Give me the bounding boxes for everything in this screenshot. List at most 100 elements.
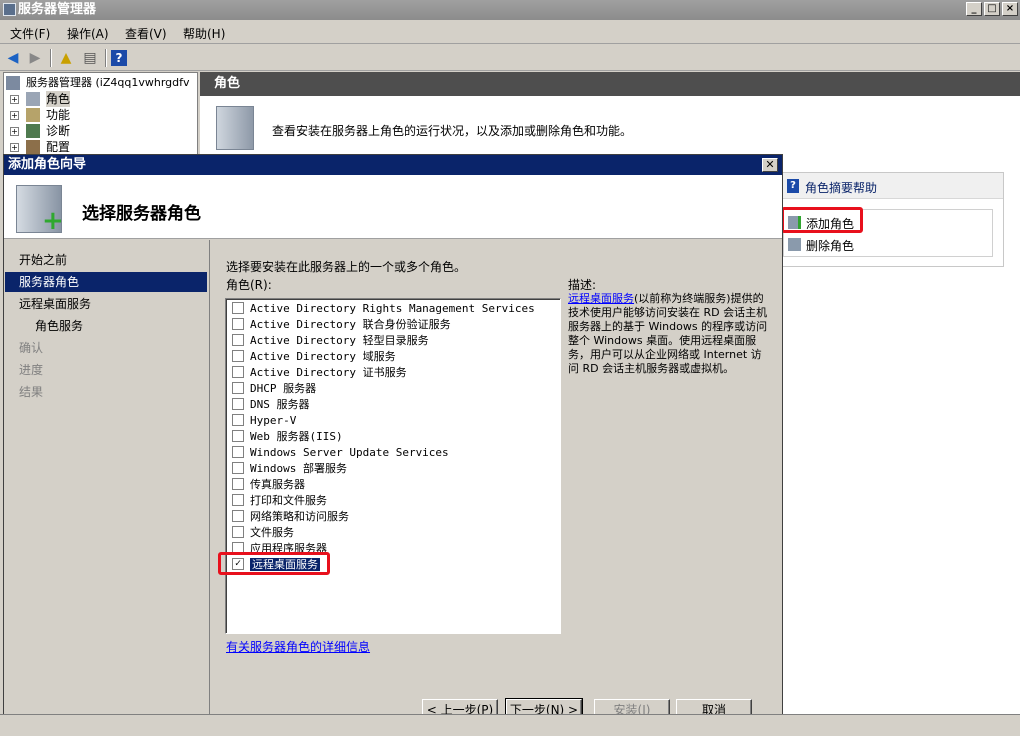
role-list-item[interactable]: 传真服务器 <box>232 477 305 493</box>
role-label: Active Directory 轻型目录服务 <box>250 334 429 347</box>
role-label: 打印和文件服务 <box>250 494 327 507</box>
nav-confirmation: 确认 <box>19 341 44 355</box>
remove-role-icon <box>788 238 801 251</box>
expand-icon[interactable]: + <box>10 111 19 120</box>
toolbar-separator <box>105 49 107 67</box>
roles-header: 角色 <box>200 72 1020 96</box>
role-checkbox[interactable] <box>232 430 244 442</box>
role-label: Active Directory 联合身份验证服务 <box>250 318 451 331</box>
role-list-item[interactable]: DHCP 服务器 <box>232 381 316 397</box>
minimize-button[interactable]: _ <box>966 2 982 16</box>
configuration-icon <box>26 140 40 154</box>
wizard-content: 选择要安装在此服务器上的一个或多个角色。 角色(R): 描述: Active D… <box>209 240 782 728</box>
nav-results: 结果 <box>19 385 44 399</box>
role-list-item[interactable]: 网络策略和访问服务 <box>232 509 349 525</box>
add-roles-wizard: 添加角色向导 ✕ + 选择服务器角色 开始之前 服务器角色 远程桌面服务 角色服… <box>3 154 783 728</box>
toolbar: ◀ ▶ ▲ ▤ ? <box>0 45 1020 71</box>
expand-icon[interactable]: + <box>10 143 19 152</box>
expand-icon[interactable]: + <box>10 95 19 104</box>
help-icon[interactable]: ? <box>111 50 127 66</box>
role-label: Active Directory 证书服务 <box>250 366 407 379</box>
add-roles-highlight <box>781 207 863 233</box>
window-title: 服务器管理器 <box>18 2 97 17</box>
role-checkbox[interactable] <box>232 494 244 506</box>
role-list-item[interactable]: 文件服务 <box>232 525 294 541</box>
role-list-item[interactable]: Windows Server Update Services <box>232 445 449 461</box>
status-bar <box>0 714 1020 736</box>
role-label: 文件服务 <box>250 526 294 539</box>
role-checkbox[interactable] <box>232 302 244 314</box>
maximize-button[interactable]: □ <box>984 2 1000 16</box>
show-hide-tree-icon[interactable]: ▤ <box>80 48 100 68</box>
close-icon[interactable]: ✕ <box>762 158 778 172</box>
remote-desktop-link[interactable]: 远程桌面服务 <box>568 292 634 305</box>
role-list-item[interactable]: Active Directory 域服务 <box>232 349 396 365</box>
menu-action[interactable]: 操作(A) <box>67 25 109 42</box>
wizard-nav: 开始之前 服务器角色 远程桌面服务 角色服务 确认 进度 结果 <box>5 240 207 728</box>
remote-desktop-highlight <box>218 552 330 575</box>
nav-progress: 进度 <box>19 363 44 377</box>
menu-view[interactable]: 查看(V) <box>125 25 167 42</box>
role-checkbox[interactable] <box>232 382 244 394</box>
roles-icon <box>26 92 40 106</box>
menu-help[interactable]: 帮助(H) <box>183 25 225 42</box>
nav-before-you-begin[interactable]: 开始之前 <box>5 250 207 270</box>
actions-panel-header: ? 角色摘要帮助 <box>783 173 1003 199</box>
role-list-item[interactable]: DNS 服务器 <box>232 397 310 413</box>
menu-file[interactable]: 文件(F) <box>10 25 50 42</box>
role-checkbox[interactable] <box>232 510 244 522</box>
role-label: Hyper-V <box>250 414 297 427</box>
tree-item-roles[interactable]: + 角色 <box>6 91 196 107</box>
role-label: Web 服务器(IIS) <box>250 430 343 443</box>
role-label: DNS 服务器 <box>250 398 310 411</box>
server-icon <box>6 76 20 90</box>
plus-icon: + <box>42 206 64 236</box>
role-label: Windows 部署服务 <box>250 462 347 475</box>
role-checkbox[interactable] <box>232 334 244 346</box>
nav-server-roles[interactable]: 服务器角色 <box>5 272 207 292</box>
up-folder-icon[interactable]: ▲ <box>56 48 76 68</box>
role-list-item[interactable]: Hyper-V <box>232 413 296 429</box>
role-checkbox[interactable] <box>232 414 244 426</box>
role-list-item[interactable]: Active Directory 轻型目录服务 <box>232 333 429 349</box>
server-roles-icon <box>216 106 254 150</box>
role-list-item[interactable]: Web 服务器(IIS) <box>232 429 343 445</box>
menubar: 文件(F) 操作(A) 查看(V) 帮助(H) <box>0 20 1020 44</box>
wizard-titlebar: 添加角色向导 ✕ <box>4 155 782 175</box>
role-checkbox[interactable] <box>232 398 244 410</box>
role-checkbox[interactable] <box>232 462 244 474</box>
role-list-item[interactable]: Windows 部署服务 <box>232 461 347 477</box>
console-tree: 服务器管理器 (iZ4qq1vwhrgdfv + 角色 + 功能 + 诊断 + … <box>3 72 198 158</box>
features-icon <box>26 108 40 122</box>
roles-listbox[interactable]: Active Directory Rights Management Servi… <box>225 298 561 634</box>
remove-roles-link[interactable]: 删除角色 <box>806 237 854 254</box>
role-list-item[interactable]: Active Directory 证书服务 <box>232 365 407 381</box>
nav-role-services[interactable]: 角色服务 <box>5 316 207 336</box>
server-manager-icon <box>3 3 16 16</box>
role-checkbox[interactable] <box>232 446 244 458</box>
back-arrow-icon[interactable]: ◀ <box>3 48 23 68</box>
role-label: 网络策略和访问服务 <box>250 510 349 523</box>
role-label: DHCP 服务器 <box>250 382 317 395</box>
wizard-heading: 选择服务器角色 <box>82 204 201 224</box>
diagnostics-icon <box>26 124 40 138</box>
role-list-item[interactable]: Active Directory 联合身份验证服务 <box>232 317 451 333</box>
role-list-item[interactable]: 打印和文件服务 <box>232 493 327 509</box>
role-checkbox[interactable] <box>232 350 244 362</box>
nav-remote-desktop-services[interactable]: 远程桌面服务 <box>5 294 207 314</box>
role-label: 传真服务器 <box>250 478 305 491</box>
close-window-button[interactable]: × <box>1002 2 1018 16</box>
wizard-header: + 选择服务器角色 <box>4 175 782 239</box>
role-checkbox[interactable] <box>232 478 244 490</box>
more-info-link[interactable]: 有关服务器角色的详细信息 <box>226 638 370 655</box>
toolbar-separator <box>50 49 52 67</box>
forward-arrow-icon[interactable]: ▶ <box>25 48 45 68</box>
role-summary-help-link[interactable]: 角色摘要帮助 <box>805 179 877 196</box>
role-description: 远程桌面服务(以前称为终端服务)提供的技术使用户能够访问安装在 RD 会话主机服… <box>568 292 768 376</box>
role-checkbox[interactable] <box>232 526 244 538</box>
role-checkbox[interactable] <box>232 318 244 330</box>
instruction-text: 选择要安装在此服务器上的一个或多个角色。 <box>226 260 467 274</box>
expand-icon[interactable]: + <box>10 127 19 136</box>
role-checkbox[interactable] <box>232 366 244 378</box>
role-list-item[interactable]: Active Directory Rights Management Servi… <box>232 301 535 317</box>
